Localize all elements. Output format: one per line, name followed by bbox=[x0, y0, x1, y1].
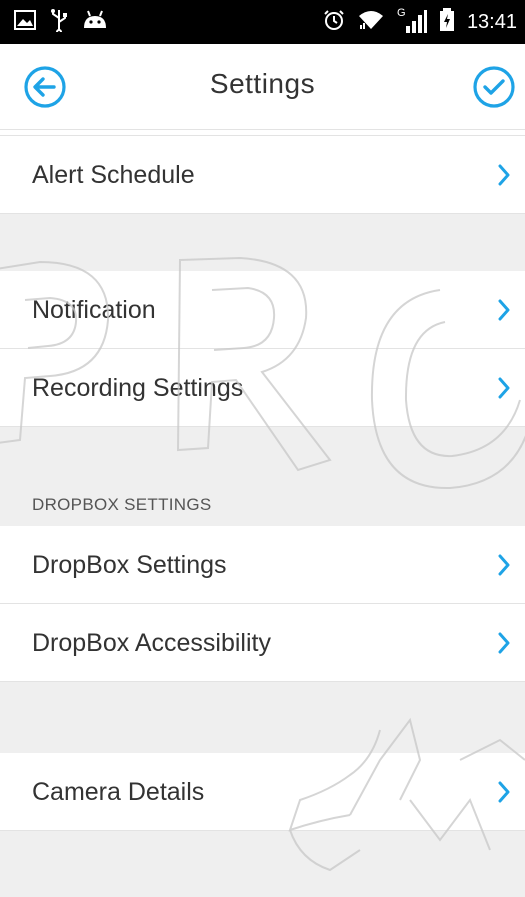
camera-details-row[interactable]: Camera Details bbox=[0, 753, 525, 831]
notification-row[interactable]: Notification bbox=[0, 271, 525, 349]
page-title: Settings bbox=[209, 68, 316, 99]
status-bar-left bbox=[14, 8, 108, 37]
settings-list: Alert Schedule Notification Recording Se… bbox=[0, 130, 525, 897]
android-icon bbox=[82, 10, 108, 35]
camera-details-label: Camera Details bbox=[32, 778, 205, 806]
chevron-right-icon bbox=[497, 631, 511, 655]
chevron-right-icon bbox=[497, 376, 511, 400]
signal-icon: G bbox=[397, 7, 427, 34]
app-bar: Settings bbox=[0, 44, 525, 130]
section-header-label: DROPBOX SETTINGS bbox=[32, 495, 212, 514]
clock-time: 13:41 bbox=[466, 10, 517, 33]
dropbox-section-header: DROPBOX SETTINGS bbox=[0, 467, 525, 527]
alert-schedule-label: Alert Schedule bbox=[32, 161, 195, 189]
status-bar: G 13:41 bbox=[0, 0, 525, 44]
battery-icon bbox=[439, 7, 455, 37]
chevron-right-icon bbox=[497, 780, 511, 804]
alert-schedule-row[interactable]: Alert Schedule bbox=[0, 136, 525, 214]
notification-label: Notification bbox=[32, 296, 156, 324]
dropbox-settings-label: DropBox Settings bbox=[32, 551, 227, 579]
done-button[interactable] bbox=[471, 64, 517, 110]
recording-settings-label: Recording Settings bbox=[32, 374, 244, 402]
wifi-icon bbox=[357, 9, 385, 36]
dropbox-accessibility-row[interactable]: DropBox Accessibility bbox=[0, 604, 525, 682]
dropbox-accessibility-label: DropBox Accessibility bbox=[32, 629, 271, 657]
image-icon bbox=[14, 9, 36, 35]
chevron-right-icon bbox=[497, 298, 511, 322]
dropbox-settings-row[interactable]: DropBox Settings bbox=[0, 526, 525, 604]
alarm-icon bbox=[323, 9, 345, 36]
chevron-right-icon bbox=[497, 553, 511, 577]
chevron-right-icon bbox=[497, 163, 511, 187]
recording-settings-row[interactable]: Recording Settings bbox=[0, 349, 525, 427]
usb-icon bbox=[50, 8, 68, 37]
status-bar-right: G 13:41 bbox=[323, 7, 517, 37]
check-circle-icon bbox=[471, 66, 517, 114]
